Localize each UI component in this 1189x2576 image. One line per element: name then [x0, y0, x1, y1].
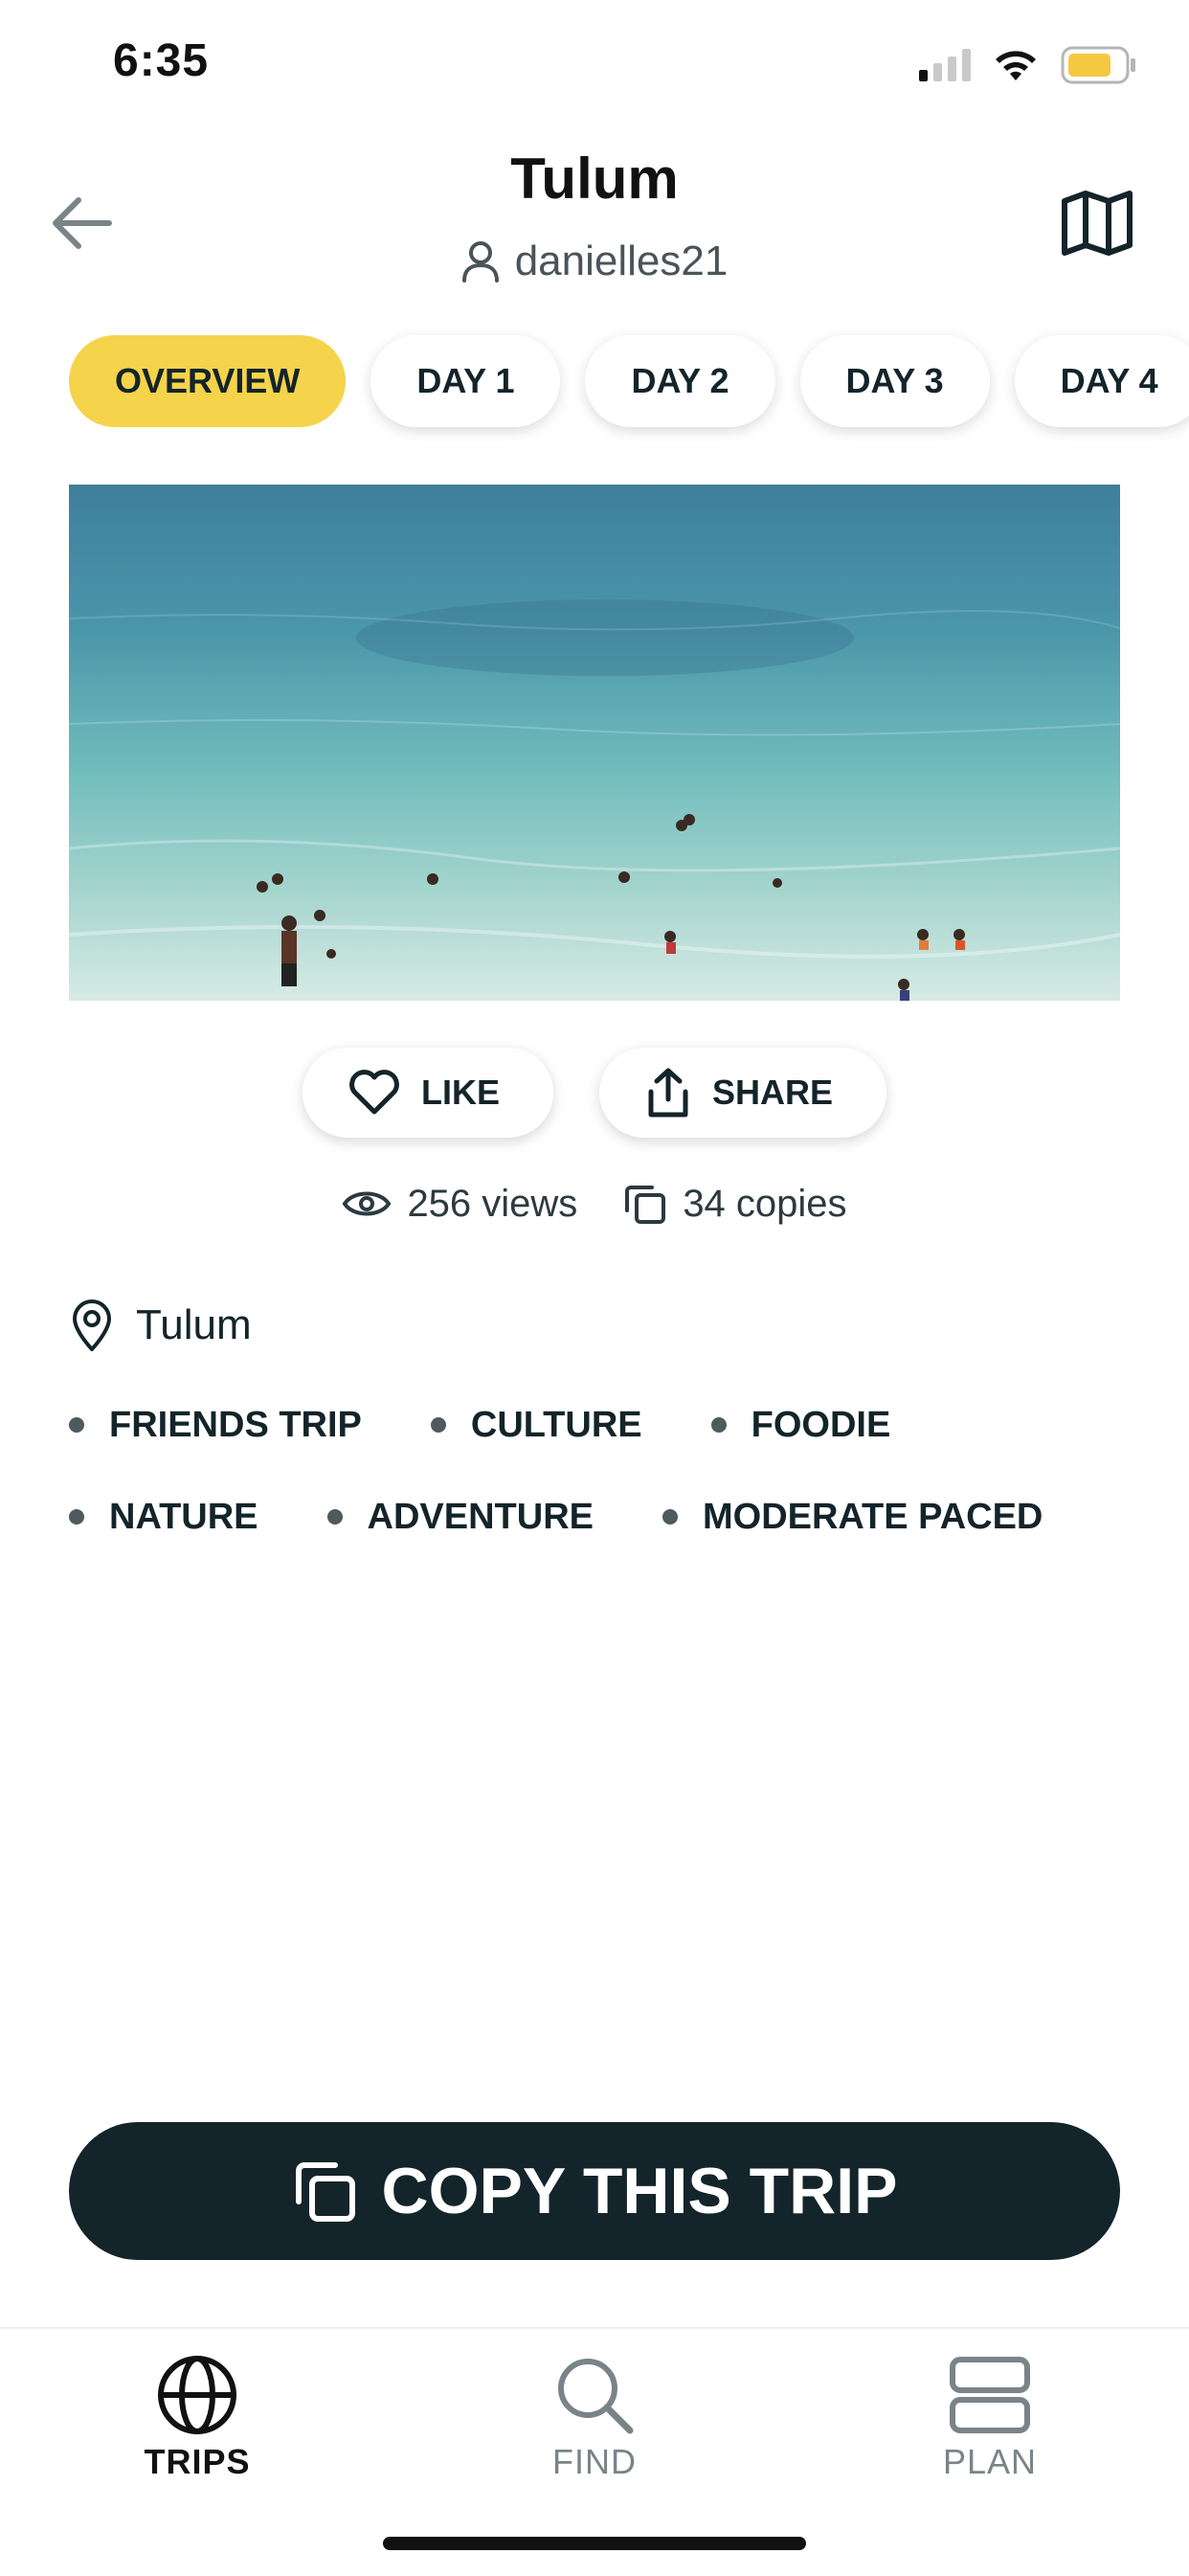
nav-trips[interactable]: TRIPS: [82, 2354, 312, 2482]
author-link[interactable]: danielles21: [0, 237, 1189, 285]
copy-trip-label: COPY THIS TRIP: [381, 2155, 898, 2227]
tag-item: MODERATE PACED: [662, 1497, 1043, 1538]
globe-icon: [158, 2356, 236, 2434]
tag-item: ADVENTURE: [326, 1496, 594, 1538]
bullet-icon: [710, 1417, 727, 1433]
share-icon: [648, 1068, 688, 1118]
wifi-icon: [996, 51, 1036, 80]
search-icon: [558, 2359, 634, 2434]
location-name: Tulum: [136, 1301, 252, 1348]
trip-tags: FRIENDS TRIP CULTURE FOODIE NATURE ADVEN…: [69, 1379, 1141, 1563]
copy-icon: [625, 1186, 666, 1224]
status-icons: [919, 42, 1137, 88]
day-tabs: OVERVIEW DAY 1 DAY 2 DAY 3 DAY 4: [69, 335, 1189, 427]
author-name: danielles21: [514, 237, 729, 284]
tag-label: MODERATE PACED: [702, 1496, 1043, 1537]
home-indicator: [383, 2537, 806, 2550]
nav-plan-label: PLAN: [942, 2442, 1038, 2481]
trip-stats: 256 views 34 copies: [0, 1182, 1189, 1226]
copies-count: 34 copies: [683, 1182, 847, 1225]
tab-day-2[interactable]: DAY 2: [585, 335, 775, 427]
user-icon: [461, 241, 499, 282]
tag-row: NATURE ADVENTURE MODERATE PACED: [69, 1471, 1141, 1563]
like-label: LIKE: [420, 1073, 500, 1112]
like-button[interactable]: LIKE: [302, 1048, 553, 1138]
copy-trip-button[interactable]: COPY THIS TRIP: [69, 2122, 1120, 2260]
location-pin-icon: [73, 1299, 111, 1351]
tag-item: FOODIE: [710, 1404, 891, 1446]
tab-day-4[interactable]: DAY 4: [1014, 335, 1189, 427]
tag-label: FRIENDS TRIP: [109, 1404, 362, 1445]
battery-icon: [1061, 46, 1135, 84]
bullet-icon: [662, 1509, 678, 1525]
nav-plan[interactable]: PLAN: [875, 2354, 1105, 2482]
nav-find[interactable]: FIND: [480, 2354, 709, 2482]
bullet-icon: [69, 1509, 84, 1525]
cellular-signal-icon: [919, 49, 971, 81]
tag-label: CULTURE: [470, 1404, 642, 1445]
tag-label: ADVENTURE: [367, 1496, 594, 1537]
bullet-icon: [430, 1417, 446, 1433]
tag-label: FOODIE: [751, 1404, 891, 1445]
status-time: 6:35: [113, 35, 210, 86]
tag-row: FRIENDS TRIP CULTURE FOODIE: [69, 1379, 1141, 1471]
tag-item: FRIENDS TRIP: [69, 1405, 362, 1446]
copy-icon: [296, 2162, 356, 2222]
tag-item: NATURE: [69, 1497, 258, 1538]
map-icon: [1062, 191, 1133, 256]
server-icon: [950, 2357, 1030, 2433]
tag-item: CULTURE: [430, 1404, 642, 1446]
tab-overview[interactable]: OVERVIEW: [69, 335, 347, 427]
nav-trips-label: TRIPS: [144, 2442, 251, 2481]
share-label: SHARE: [711, 1073, 834, 1112]
bullet-icon: [69, 1417, 84, 1433]
views-stat: 256 views: [342, 1182, 577, 1226]
views-count: 256 views: [407, 1182, 578, 1225]
tab-day-1[interactable]: DAY 1: [370, 335, 561, 427]
nav-find-label: FIND: [552, 2442, 637, 2481]
heart-icon: [349, 1070, 399, 1115]
bullet-icon: [326, 1509, 343, 1525]
copies-stat: 34 copies: [623, 1182, 847, 1226]
trip-actions: LIKE SHARE: [0, 1048, 1189, 1138]
map-button[interactable]: [1051, 180, 1143, 266]
tab-day-3[interactable]: DAY 3: [799, 335, 990, 427]
trip-location: Tulum: [69, 1299, 252, 1352]
page-title: Tulum: [510, 147, 679, 211]
eye-icon: [343, 1191, 392, 1216]
trip-cover-image: [69, 485, 1120, 1001]
tag-label: NATURE: [109, 1496, 258, 1537]
share-button[interactable]: SHARE: [598, 1048, 887, 1138]
